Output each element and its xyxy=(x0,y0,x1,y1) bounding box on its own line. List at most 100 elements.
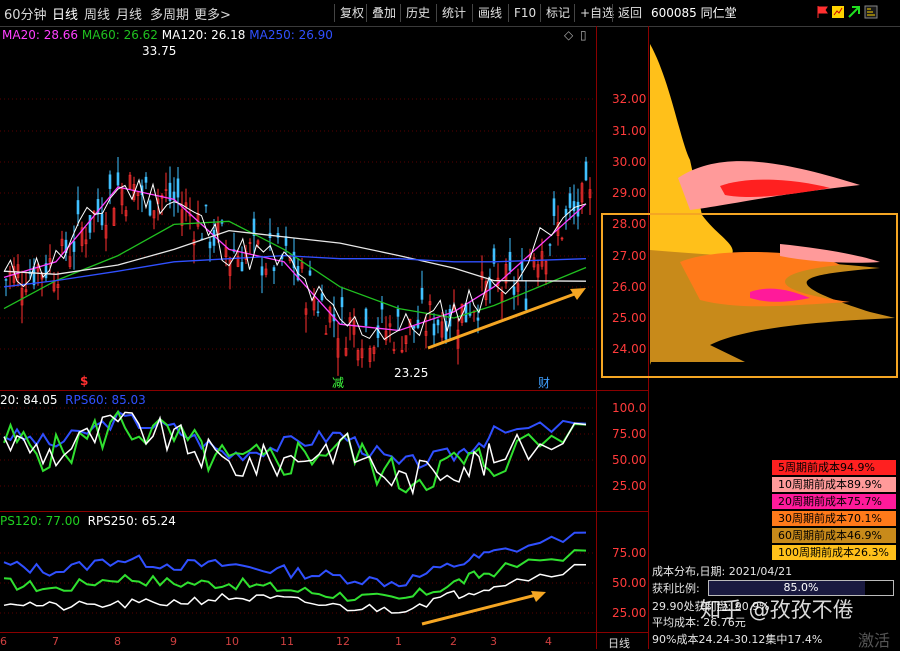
candle-body xyxy=(204,204,208,207)
candle-body xyxy=(380,302,384,310)
candle-body xyxy=(4,279,8,281)
candle-body xyxy=(568,193,572,208)
watermark: 知乎 @孜孜不倦 xyxy=(700,598,854,622)
y-tick: 26.00 xyxy=(612,280,647,294)
legend-rps60: RPS60: 85.03 xyxy=(65,393,146,407)
candle-body xyxy=(76,200,80,215)
candle-body xyxy=(488,279,492,290)
candle-body xyxy=(524,298,528,310)
y-tick: 25.00 xyxy=(612,479,647,493)
x-tick: 3 xyxy=(490,635,497,648)
ma-legend: MA20: 28.66 MA60: 26.62 MA120: 26.18 MA2… xyxy=(2,28,333,42)
x-tick: 1 xyxy=(395,635,402,648)
candle-body xyxy=(436,319,440,326)
candle-body xyxy=(476,317,480,321)
y-tick: 75.00 xyxy=(612,427,647,441)
y-tick: 25.00 xyxy=(612,311,647,325)
candle-body xyxy=(420,287,424,300)
candle-body xyxy=(548,244,552,246)
y-tick: 31.00 xyxy=(612,124,647,138)
candle-body xyxy=(396,308,400,317)
y-tick: 25.00 xyxy=(612,606,647,620)
x-tick: 4 xyxy=(545,635,552,648)
candle-body xyxy=(72,241,76,252)
legend-ma250: MA250: 26.90 xyxy=(249,28,333,42)
profit-value: 85.0% xyxy=(783,581,819,594)
cost-date: 成本分布,日期: 2021/04/21 xyxy=(652,565,793,578)
cost-legend-30: 30周期前成本70.1% xyxy=(772,511,896,526)
candle-body xyxy=(240,262,244,272)
x-tick: 10 xyxy=(225,635,239,648)
candle-body xyxy=(320,293,324,301)
rps2-legend: PS120: 77.00 RPS250: 65.24 xyxy=(0,514,176,528)
candle-body xyxy=(100,213,104,226)
x-tick: 9 xyxy=(170,635,177,648)
legend-rps120: PS120: 77.00 xyxy=(0,514,80,528)
cost-legend-20: 20周期前成本75.7% xyxy=(772,494,896,509)
activate-label: 激活 xyxy=(858,631,891,650)
candle-body xyxy=(512,286,516,295)
cost-legend-100: 100周期前成本26.3% xyxy=(772,545,896,560)
y-tick: 27.00 xyxy=(612,249,647,263)
candle-body xyxy=(340,297,344,308)
x-tick: 2 xyxy=(450,635,457,648)
rps1-legend: 20: 84.05 RPS60: 85.03 xyxy=(0,393,146,407)
candle-body xyxy=(208,241,212,249)
candle-body xyxy=(88,215,92,233)
diamond-icon[interactable]: ◇ xyxy=(564,28,573,42)
low-price-label: 23.25 xyxy=(394,366,429,380)
rps-blue-line xyxy=(3,531,587,588)
profit-label: 获利比例: xyxy=(652,582,700,595)
candle-body xyxy=(364,308,368,326)
y-tick: 75.00 xyxy=(612,546,647,560)
candle-body xyxy=(272,267,276,272)
price-chart xyxy=(0,44,898,626)
legend-ma120: MA120: 26.18 xyxy=(161,28,246,42)
candle-body xyxy=(212,229,216,246)
candle-body xyxy=(432,323,436,336)
candle-body xyxy=(176,178,180,198)
marker-reduce[interactable]: 减 xyxy=(332,374,344,391)
candle-body xyxy=(148,200,152,216)
cost-legend-5: 5周期前成本94.9% xyxy=(772,460,896,475)
legend-ma60: MA60: 26.62 xyxy=(81,28,158,42)
legend-rps20: 20: 84.05 xyxy=(0,393,58,407)
candle-body xyxy=(260,266,264,276)
candle-body xyxy=(576,201,580,217)
candle-body xyxy=(108,174,112,189)
concentration: 90%成本24.24-30.12集中17.4% xyxy=(652,633,823,646)
candle-body xyxy=(144,176,148,183)
x-tick: 12 xyxy=(336,635,350,648)
trend-arrow xyxy=(421,592,541,626)
candle-body xyxy=(316,311,320,314)
legend-ma20: MA20: 28.66 xyxy=(2,28,79,42)
legend-rps250: RPS250: 65.24 xyxy=(87,514,176,528)
y-tick: 32.00 xyxy=(612,92,647,106)
x-tick: 8 xyxy=(114,635,121,648)
candle-body xyxy=(412,326,416,329)
x-tick: 11 xyxy=(280,635,294,648)
y-tick: 24.00 xyxy=(612,342,647,356)
rps20-green-line xyxy=(3,409,587,494)
candle-body xyxy=(584,161,588,181)
candle-body xyxy=(572,201,576,212)
candle-body xyxy=(116,172,120,186)
y-tick: 50.00 xyxy=(612,453,647,467)
y-tick: 30.00 xyxy=(612,155,647,169)
candle-body xyxy=(308,270,312,276)
high-price-label: 33.75 xyxy=(142,44,177,58)
rps120-line xyxy=(3,549,587,602)
cost-legend-10: 10周期前成本89.9% xyxy=(772,477,896,492)
cost-legend-60: 60周期前成本46.9% xyxy=(772,528,896,543)
y-tick: 28.00 xyxy=(612,217,647,231)
y-tick: 29.00 xyxy=(612,186,647,200)
marker-dividend[interactable]: $ xyxy=(80,374,88,388)
marker-finance[interactable]: 财 xyxy=(538,374,550,391)
candle-body xyxy=(172,191,176,200)
x-tick: 7 xyxy=(52,635,59,648)
y-tick: 50.00 xyxy=(612,576,647,590)
x-tick: 6 xyxy=(0,635,7,648)
y-tick: 100.0 xyxy=(612,401,647,415)
candle-body xyxy=(552,198,556,216)
scroll-icon[interactable]: ▯ xyxy=(580,28,587,42)
